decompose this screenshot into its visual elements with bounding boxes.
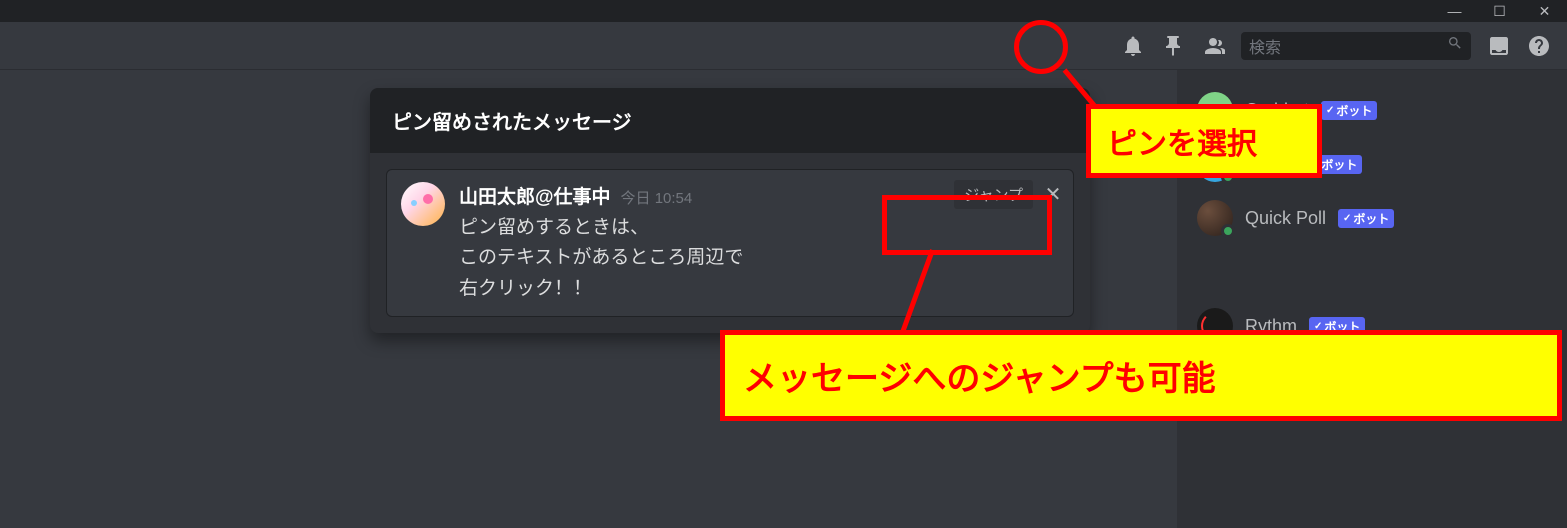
window-close-button[interactable]: ✕ bbox=[1522, 0, 1567, 22]
channel-toolbar: 検索 bbox=[0, 22, 1567, 70]
window-titlebar: — ☐ ✕ bbox=[0, 0, 1567, 22]
status-online-icon bbox=[1221, 224, 1235, 238]
message-author[interactable]: 山田太郎@仕事中 bbox=[459, 182, 611, 209]
member-name: Quick Poll bbox=[1245, 208, 1326, 229]
member-list-icon[interactable] bbox=[1201, 34, 1225, 58]
pinned-messages-icon[interactable] bbox=[1161, 34, 1185, 58]
verified-check-icon: ✓ bbox=[1343, 213, 1351, 224]
bot-badge: ✓ボット bbox=[1321, 101, 1377, 120]
search-icon bbox=[1447, 35, 1463, 56]
pinned-message[interactable]: 山田太郎@仕事中 今日 10:54 ピン留めするときは、 このテキストがあるとこ… bbox=[386, 169, 1074, 317]
jump-button[interactable]: ジャンプ bbox=[954, 180, 1033, 209]
avatar[interactable] bbox=[401, 182, 445, 226]
search-placeholder: 検索 bbox=[1249, 34, 1281, 58]
inbox-icon[interactable] bbox=[1487, 34, 1511, 58]
help-icon[interactable] bbox=[1527, 34, 1551, 58]
avatar[interactable] bbox=[1197, 200, 1233, 236]
message-content: ピン留めするときは、 このテキストがあるところ周辺で 右クリック！！ bbox=[459, 213, 1059, 304]
message-line: 右クリック！！ bbox=[459, 274, 1059, 304]
annotation-callout-jump: メッセージへのジャンプも可能 bbox=[720, 330, 1562, 421]
message-actions: ジャンプ ✕ bbox=[954, 180, 1063, 209]
window-maximize-button[interactable]: ☐ bbox=[1477, 0, 1522, 22]
pinned-messages-popover: ピン留めされたメッセージ 山田太郎@仕事中 今日 10:54 ピン留めするときは… bbox=[370, 88, 1090, 333]
notifications-bell-icon[interactable] bbox=[1121, 34, 1145, 58]
message-line: このテキストがあるところ周辺で bbox=[459, 243, 1059, 273]
window-minimize-button[interactable]: — bbox=[1432, 0, 1477, 22]
pinned-messages-body: 山田太郎@仕事中 今日 10:54 ピン留めするときは、 このテキストがあるとこ… bbox=[370, 153, 1090, 333]
bot-badge: ✓ボット bbox=[1338, 209, 1394, 228]
unpin-close-icon[interactable]: ✕ bbox=[1043, 182, 1063, 207]
pinned-messages-title: ピン留めされたメッセージ bbox=[370, 88, 1090, 153]
message-line: ピン留めするときは、 bbox=[459, 213, 1059, 243]
annotation-callout-select-pin: ピンを選択 bbox=[1086, 104, 1322, 178]
message-timestamp: 今日 10:54 bbox=[621, 187, 693, 208]
member-item[interactable]: Quick Poll ✓ボット bbox=[1189, 194, 1555, 242]
verified-check-icon: ✓ bbox=[1326, 105, 1334, 116]
search-input[interactable]: 検索 bbox=[1241, 32, 1471, 60]
